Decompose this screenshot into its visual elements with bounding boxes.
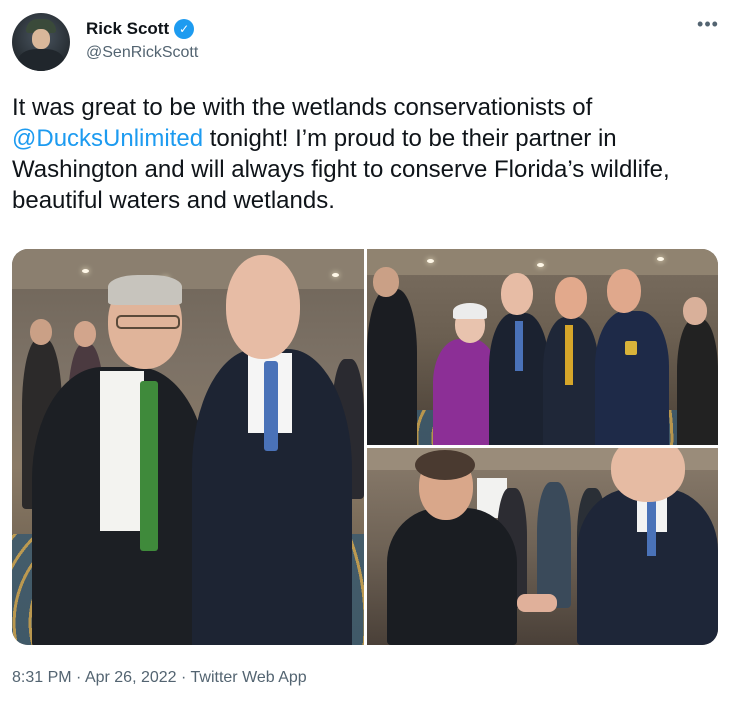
avatar[interactable] xyxy=(12,13,70,71)
ceiling-light xyxy=(427,259,434,263)
ceiling-light xyxy=(657,257,664,261)
photo-2[interactable] xyxy=(367,249,718,445)
separator-dot: · xyxy=(176,669,191,686)
more-options-icon[interactable]: ••• xyxy=(693,15,723,38)
ceiling xyxy=(367,249,718,275)
author-handle[interactable]: @SenRickScott xyxy=(86,44,198,62)
separator-dot: · xyxy=(71,669,85,686)
author-display-name[interactable]: Rick Scott xyxy=(86,19,169,39)
ceiling xyxy=(12,249,364,289)
tweet-time[interactable]: 8:31 PM xyxy=(12,669,72,686)
tweet-text: It was great to be with the wetlands con… xyxy=(12,92,724,216)
ceiling-light xyxy=(537,263,544,267)
verified-badge-icon: ✓ xyxy=(174,19,195,39)
ceiling-light xyxy=(332,273,339,277)
photo-grid xyxy=(12,249,718,645)
avatar-face-shape xyxy=(32,29,50,49)
author-name-row[interactable]: Rick Scott ✓ xyxy=(86,19,195,39)
photo-1[interactable] xyxy=(12,249,364,645)
tweet-date[interactable]: Apr 26, 2022 xyxy=(85,669,177,686)
tweet-source[interactable]: Twitter Web App xyxy=(191,669,307,686)
avatar-body-shape xyxy=(18,49,64,71)
tweet-metadata: 8:31 PM · Apr 26, 2022 · Twitter Web App xyxy=(12,669,307,687)
photo-3[interactable] xyxy=(367,448,718,645)
tweet-card: Rick Scott ✓ @SenRickScott ••• It was gr… xyxy=(0,0,737,708)
mention-link[interactable]: @DucksUnlimited xyxy=(12,125,203,152)
tweet-text-part-1: It was great to be with the wetlands con… xyxy=(12,94,593,121)
ceiling-light xyxy=(82,269,89,273)
